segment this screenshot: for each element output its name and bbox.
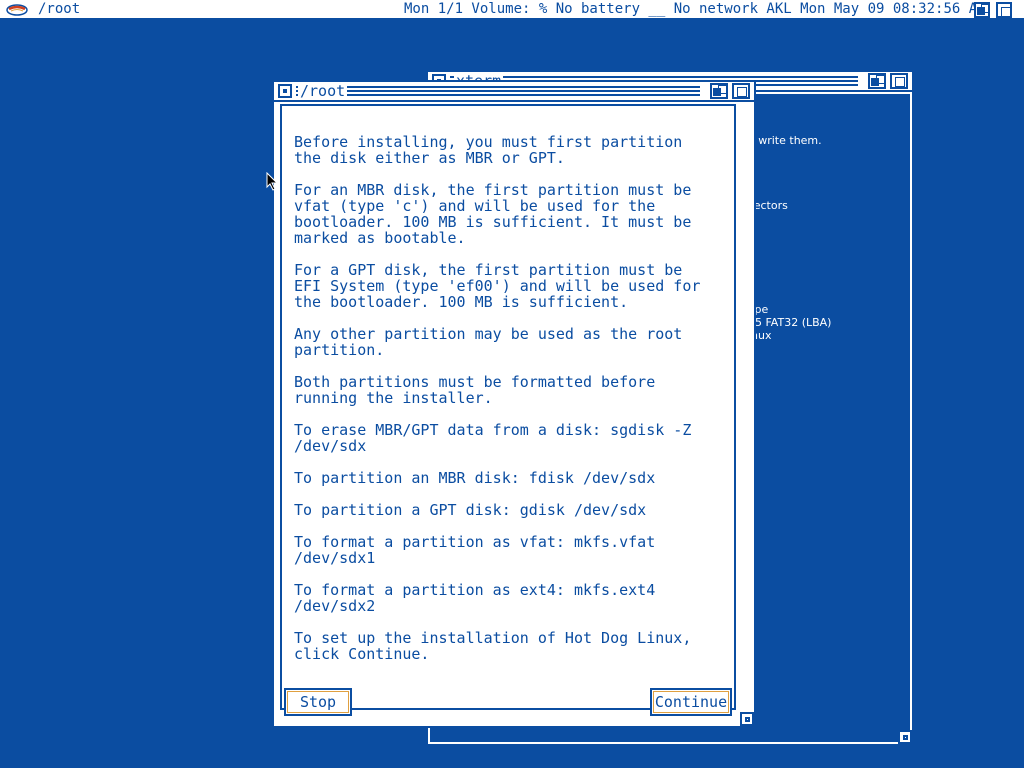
instruction-paragraph: To partition a GPT disk: gdisk /dev/sdx — [294, 501, 647, 519]
xterm-line: o write them. — [748, 134, 822, 147]
instruction-paragraph: To set up the installation of Hot Dog Li… — [294, 629, 692, 663]
window-cycle-icon[interactable] — [974, 2, 990, 18]
installer-title: /root — [298, 82, 348, 100]
instruction-paragraph: To erase MBR/GPT data from a disk: sgdis… — [294, 421, 692, 455]
instruction-paragraph: Both partitions must be formatted before… — [294, 373, 656, 407]
xterm-depth-icon[interactable] — [868, 73, 886, 89]
installer-depth-icon[interactable] — [710, 83, 728, 99]
screen-toggle-icon[interactable] — [996, 2, 1012, 18]
menubar-path: /root — [38, 1, 81, 17]
installer-window[interactable]: /root Before installing, you must first … — [272, 80, 756, 728]
mouse-pointer-icon — [266, 172, 278, 191]
installer-zoom-icon[interactable] — [732, 83, 750, 99]
xterm-line: 85 FAT32 (LBA) — [748, 316, 832, 329]
hotdog-logo-icon[interactable] — [6, 2, 28, 16]
stop-button[interactable]: Stop — [284, 688, 352, 716]
installer-close-icon[interactable] — [278, 84, 292, 98]
continue-button-label: Continue — [653, 691, 729, 713]
instruction-paragraph: Any other partition may be used as the r… — [294, 325, 683, 359]
instruction-paragraph: For a GPT disk, the first partition must… — [294, 261, 701, 311]
instruction-paragraph: Before installing, you must first partit… — [294, 133, 683, 167]
instruction-paragraph: To partition an MBR disk: fdisk /dev/sdx — [294, 469, 656, 487]
installer-titlebar[interactable]: /root — [274, 82, 754, 102]
installer-message-panel: Before installing, you must first partit… — [280, 104, 736, 710]
continue-button[interactable]: Continue — [650, 688, 732, 716]
instruction-paragraph: To format a partition as ext4: mkfs.ext4… — [294, 581, 656, 615]
instruction-paragraph: For an MBR disk, the first partition mus… — [294, 181, 692, 247]
xterm-zoom-icon[interactable] — [890, 73, 908, 89]
stop-button-label: Stop — [287, 691, 349, 713]
installer-resize-icon[interactable] — [740, 712, 754, 726]
installer-instructions: Before installing, you must first partit… — [294, 134, 734, 678]
menubar-status: Mon 1/1 Volume: % No battery __ No netwo… — [404, 1, 986, 17]
menu-bar: /root Mon 1/1 Volume: % No battery __ No… — [0, 0, 1024, 20]
xterm-resize-icon[interactable] — [898, 730, 912, 744]
installer-title-stripes — [296, 86, 700, 96]
instruction-paragraph: To format a partition as vfat: mkfs.vfat… — [294, 533, 656, 567]
